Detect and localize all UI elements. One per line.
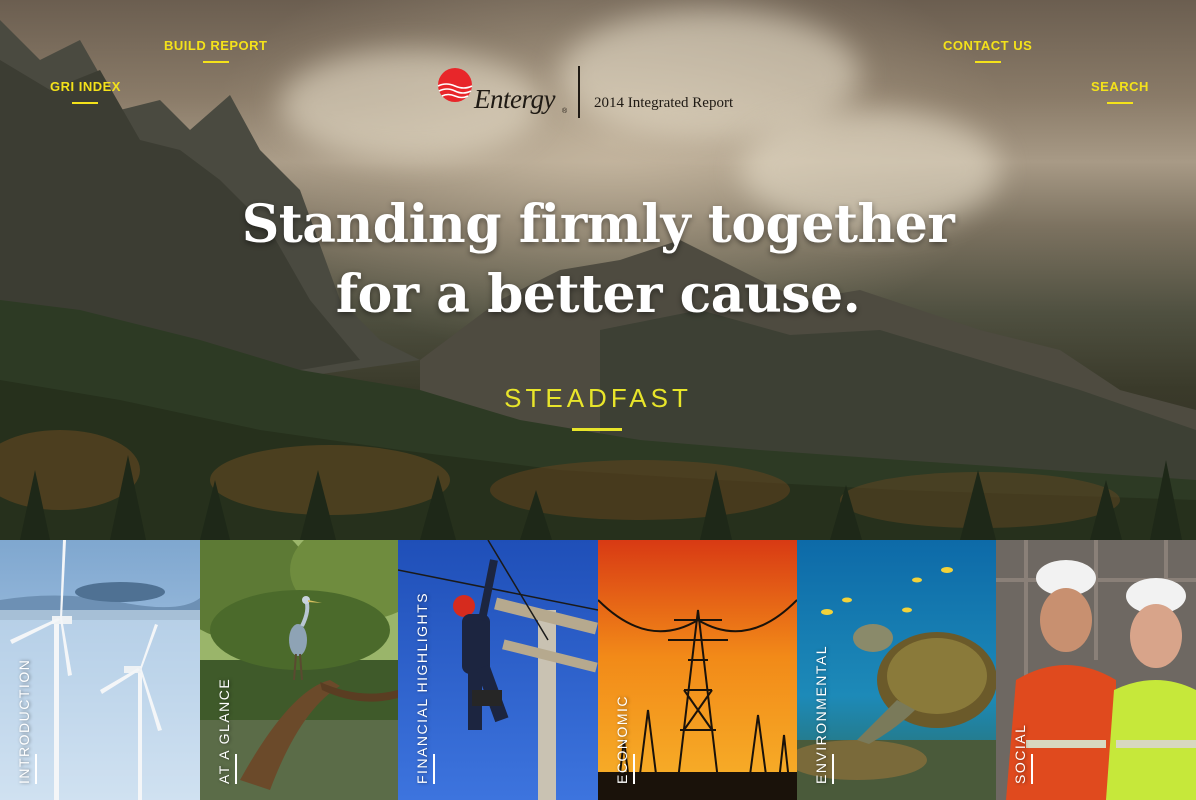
tile-indicator — [35, 754, 37, 784]
hero-headline: Standing firmly together for a better ca… — [0, 190, 1196, 330]
build-report-link[interactable]: BUILD REPORT — [164, 38, 268, 63]
headline-line-2: for a better cause. — [335, 264, 861, 325]
search-link[interactable]: SEARCH — [1091, 79, 1149, 104]
search-label: SEARCH — [1091, 79, 1149, 94]
registered-mark: ® — [562, 108, 568, 115]
contact-us-label: CONTACT US — [943, 38, 1033, 53]
tile-indicator — [633, 754, 635, 784]
report-title: 2014 Integrated Report — [594, 95, 734, 111]
tile-environmental[interactable]: ENVIRONMENTAL — [797, 540, 996, 800]
section-tiles: INTRODUCTION AT A GLANCE FINANCIAL HIGHL… — [0, 540, 1196, 800]
nav-underline — [202, 61, 229, 63]
gri-index-link[interactable]: GRI INDEX — [50, 79, 121, 104]
tile-economic[interactable]: ECONOMIC — [598, 540, 797, 800]
build-report-label: BUILD REPORT — [164, 38, 268, 53]
tile-introduction[interactable]: INTRODUCTION — [0, 540, 200, 800]
tile-at-a-glance[interactable]: AT A GLANCE — [200, 540, 398, 800]
tile-indicator — [235, 754, 237, 784]
tagline-underline — [572, 428, 622, 431]
headline-line-1: Standing firmly together — [241, 194, 955, 255]
nav-underline — [72, 102, 99, 104]
tile-indicator — [1031, 754, 1033, 784]
entergy-sun-icon — [437, 68, 473, 102]
tile-social[interactable]: SOCIAL — [996, 540, 1196, 800]
nav-underline — [974, 61, 1001, 63]
tile-label: FINANCIAL HIGHLIGHTS — [414, 591, 430, 784]
tile-label: SOCIAL — [1012, 723, 1028, 784]
contact-us-link[interactable]: CONTACT US — [943, 38, 1032, 63]
tile-label: ENVIRONMENTAL — [813, 644, 829, 784]
tile-label: INTRODUCTION — [16, 658, 32, 784]
entergy-logo[interactable]: Entergy ® 2014 Integrated Report — [436, 66, 776, 122]
hero-tagline: STEADFAST — [504, 383, 692, 413]
hero-banner: BUILD REPORT GRI INDEX CONTACT US SEARCH… — [0, 0, 1196, 540]
logo-divider — [578, 66, 580, 118]
tile-indicator — [832, 754, 834, 784]
tile-financial-highlights[interactable]: FINANCIAL HIGHLIGHTS — [398, 540, 598, 800]
logo-wordmark: Entergy — [474, 84, 555, 114]
nav-underline — [1106, 102, 1133, 104]
tile-label: ECONOMIC — [614, 695, 630, 784]
tile-label: AT A GLANCE — [216, 677, 232, 784]
tile-indicator — [433, 754, 435, 784]
gri-index-label: GRI INDEX — [50, 79, 121, 94]
